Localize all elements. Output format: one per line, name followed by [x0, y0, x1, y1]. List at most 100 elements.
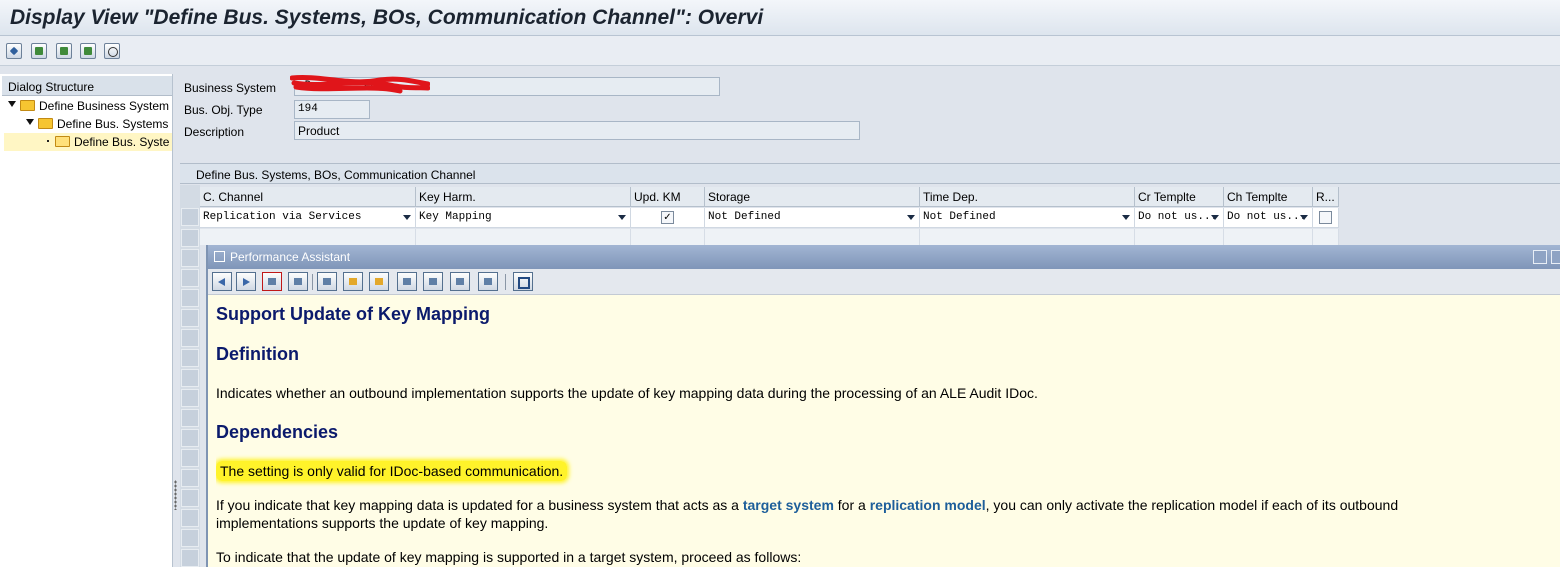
- cell-time-dep[interactable]: Not Defined: [920, 208, 1135, 228]
- cell-ch-templte[interactable]: Do not us...: [1224, 208, 1313, 228]
- performance-assistant-titlebar[interactable]: Performance Assistant: [208, 245, 1560, 269]
- key-icon[interactable]: [369, 272, 389, 291]
- description-field[interactable]: Product: [294, 121, 860, 140]
- row-selector[interactable]: [181, 469, 199, 487]
- column-header-r[interactable]: R...: [1313, 187, 1339, 207]
- application-help-icon[interactable]: [288, 272, 308, 291]
- row-selector[interactable]: [181, 549, 199, 567]
- print-icon[interactable]: [423, 272, 443, 291]
- dropdown-arrow-icon[interactable]: [907, 215, 915, 220]
- edit-note-icon[interactable]: [317, 272, 337, 291]
- cell-key-harm[interactable]: Key Mapping: [416, 208, 631, 228]
- row-selector[interactable]: [181, 329, 199, 347]
- open-folder-icon: [55, 136, 70, 147]
- row-selector[interactable]: [181, 249, 199, 267]
- row-selector[interactable]: [181, 449, 199, 467]
- pencil-glasses-icon[interactable]: [6, 43, 22, 59]
- definition-text: Indicates whether an outbound implementa…: [216, 385, 1038, 401]
- tree-item-label: Define Business System: [39, 99, 170, 113]
- table-title: Define Bus. Systems, BOs, Communication …: [180, 163, 1560, 184]
- column-header-c-channel[interactable]: C. Channel: [200, 187, 416, 207]
- forward-arrow-icon[interactable]: [236, 272, 256, 291]
- column-header-cr-templte[interactable]: Cr Templte: [1135, 187, 1224, 207]
- splitter-handle[interactable]: [174, 480, 177, 510]
- empty-cell[interactable]: [1224, 229, 1313, 245]
- row-selector[interactable]: [181, 229, 199, 247]
- column-header-key-harm[interactable]: Key Harm.: [416, 187, 631, 207]
- maximize-button[interactable]: [1551, 250, 1560, 264]
- glasses-icon[interactable]: [104, 43, 120, 59]
- row-selector[interactable]: [181, 369, 199, 387]
- cell-cr-templte[interactable]: Do not us...: [1135, 208, 1224, 228]
- tree-item-define-bus-syste-selected[interactable]: Define Bus. Syste: [4, 133, 172, 151]
- row-selector[interactable]: [181, 409, 199, 427]
- document-green-icon[interactable]: [31, 43, 47, 59]
- tree-item-define-bus-systems[interactable]: Define Bus. Systems: [4, 115, 172, 133]
- expand-triangle-icon[interactable]: [8, 101, 16, 107]
- document-prev-icon[interactable]: [80, 43, 96, 59]
- minimize-button[interactable]: [1533, 250, 1547, 264]
- dependency-paragraph-line-2: implementations supports the update of k…: [216, 515, 549, 531]
- close-icon[interactable]: [513, 272, 533, 291]
- row-selector[interactable]: [181, 509, 199, 527]
- dialog-structure-panel: Dialog Structure Define Business System …: [0, 74, 173, 567]
- document-icon[interactable]: [397, 272, 417, 291]
- empty-cell[interactable]: [1135, 229, 1224, 245]
- empty-cell[interactable]: [416, 229, 631, 245]
- help-title: Support Update of Key Mapping: [216, 304, 490, 324]
- row-selector[interactable]: [181, 269, 199, 287]
- expand-triangle-icon[interactable]: [26, 119, 34, 125]
- empty-cell[interactable]: [705, 229, 920, 245]
- empty-cell[interactable]: [631, 229, 705, 245]
- folder-icon: [38, 118, 53, 129]
- copy-icon[interactable]: [450, 272, 470, 291]
- cell-upd-km: ✓: [631, 208, 705, 228]
- row-selector[interactable]: [181, 208, 199, 226]
- empty-cell[interactable]: [200, 229, 416, 245]
- row-selector[interactable]: [181, 429, 199, 447]
- empty-cell[interactable]: [920, 229, 1135, 245]
- r-checkbox[interactable]: [1319, 211, 1332, 224]
- cell-c-channel[interactable]: Replication via Services: [200, 208, 416, 228]
- dropdown-arrow-icon[interactable]: [618, 215, 626, 220]
- dropdown-arrow-icon[interactable]: [1122, 215, 1130, 220]
- cell-value: Not Defined: [923, 211, 996, 223]
- dropdown-arrow-icon[interactable]: [1211, 215, 1219, 220]
- technical-info-icon[interactable]: [262, 272, 282, 291]
- red-redaction-scribble: [290, 74, 430, 94]
- column-header-storage[interactable]: Storage: [705, 187, 920, 207]
- row-selector[interactable]: [181, 529, 199, 547]
- upd-km-checkbox[interactable]: ✓: [661, 211, 674, 224]
- dropdown-arrow-icon[interactable]: [1300, 215, 1308, 220]
- dependency-highlight-line: The setting is only valid for IDoc-based…: [216, 461, 568, 481]
- back-arrow-icon[interactable]: [212, 272, 232, 291]
- dialog-structure-header: Dialog Structure: [2, 76, 172, 96]
- cell-value: Do not us...: [1227, 211, 1307, 223]
- row-selector[interactable]: [181, 309, 199, 327]
- paragraph-text: , you can only activate the replication …: [985, 497, 1399, 513]
- dropdown-arrow-icon[interactable]: [403, 215, 411, 220]
- row-selector[interactable]: [181, 489, 199, 507]
- cell-value: Not Defined: [708, 211, 781, 223]
- column-header-time-dep[interactable]: Time Dep.: [920, 187, 1135, 207]
- target-system-link[interactable]: target system: [743, 497, 834, 513]
- paragraph-text: for a: [833, 497, 870, 513]
- cell-storage[interactable]: Not Defined: [705, 208, 920, 228]
- performance-assistant-window: Performance Assistant Support Update of …: [206, 245, 1560, 567]
- replication-model-link[interactable]: replication model: [870, 497, 986, 513]
- column-header-upd-km[interactable]: Upd. KM: [631, 187, 705, 207]
- folder-icon: [20, 100, 35, 111]
- row-selector[interactable]: [181, 389, 199, 407]
- row-selector[interactable]: [181, 349, 199, 367]
- document-next-icon[interactable]: [56, 43, 72, 59]
- bus-obj-type-field[interactable]: 194: [294, 100, 370, 119]
- notes-icon[interactable]: [478, 272, 498, 291]
- row-selector[interactable]: [181, 289, 199, 307]
- toolbar-separator: [505, 274, 506, 290]
- column-header-ch-templte[interactable]: Ch Templte: [1224, 187, 1313, 207]
- tree-item-define-business-system[interactable]: Define Business System: [4, 97, 172, 115]
- help-content: Support Update of Key Mapping Definition…: [216, 301, 1560, 567]
- performance-assistant-toolbar: [208, 269, 1560, 295]
- empty-cell[interactable]: [1313, 229, 1339, 245]
- link-icon[interactable]: [343, 272, 363, 291]
